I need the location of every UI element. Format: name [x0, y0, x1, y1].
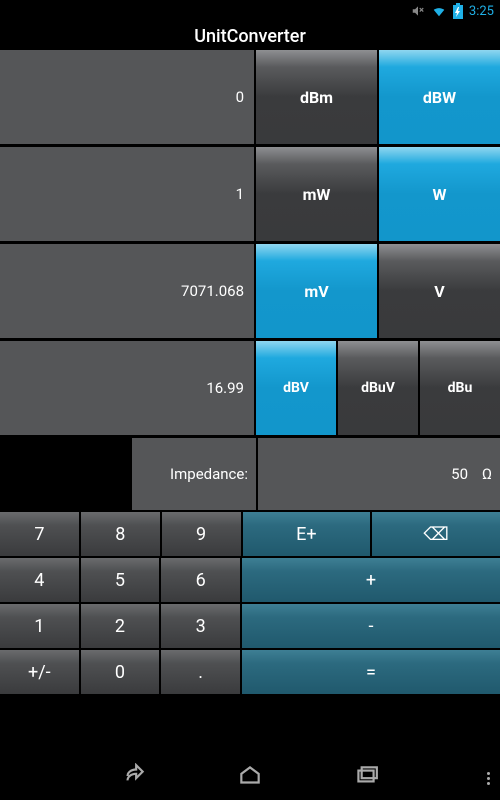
- unit-group-dbv: dBV dBuV dBu: [256, 341, 500, 435]
- key-2[interactable]: 2: [81, 604, 160, 648]
- impedance-value-cell[interactable]: 50 Ω: [258, 438, 500, 510]
- key-0[interactable]: 0: [81, 650, 160, 694]
- wifi-icon: [431, 4, 447, 18]
- unit-dbuv[interactable]: dBuV: [338, 341, 418, 435]
- status-bar: 3:25: [0, 0, 500, 22]
- unit-group-watt: mW W: [256, 147, 500, 241]
- back-icon[interactable]: [121, 763, 147, 793]
- key-1[interactable]: 1: [0, 604, 79, 648]
- battery-icon: [453, 3, 463, 19]
- unit-w[interactable]: W: [379, 147, 500, 241]
- unit-group-volt: mV V: [256, 244, 500, 338]
- key-plusminus[interactable]: +/-: [0, 650, 79, 694]
- unit-dbu[interactable]: dBu: [420, 341, 500, 435]
- keypad: 7 8 9 E+ ⌫ 4 5 6 + 1 2 3 - +/- 0 . =: [0, 512, 500, 694]
- value-volt[interactable]: 7071.068: [0, 244, 254, 338]
- conversion-rows: 0 dBm dBW 1 mW W 7071.068 mV V 16.99 dBV…: [0, 50, 500, 510]
- key-backspace[interactable]: ⌫: [372, 512, 500, 556]
- row-dbv: 16.99 dBV dBuV dBu: [0, 341, 500, 435]
- recents-icon[interactable]: [353, 763, 379, 793]
- impedance-value: 50: [451, 465, 468, 483]
- key-equals[interactable]: =: [242, 650, 500, 694]
- unit-group-dbm: dBm dBW: [256, 50, 500, 144]
- key-9[interactable]: 9: [162, 512, 241, 556]
- nav-bar: [0, 756, 500, 800]
- app-title: UnitConverter: [0, 22, 500, 50]
- overflow-icon[interactable]: [487, 756, 490, 800]
- home-icon[interactable]: [237, 763, 263, 793]
- key-5[interactable]: 5: [81, 558, 160, 602]
- unit-dbw[interactable]: dBW: [379, 50, 500, 144]
- value-watt[interactable]: 1: [0, 147, 254, 241]
- unit-mw[interactable]: mW: [256, 147, 377, 241]
- impedance-unit: Ω: [482, 465, 492, 483]
- row-watt: 1 mW W: [0, 147, 500, 241]
- key-8[interactable]: 8: [81, 512, 160, 556]
- mute-icon: [411, 4, 425, 18]
- impedance-label: Impedance:: [132, 438, 256, 510]
- value-dbm[interactable]: 0: [0, 50, 254, 144]
- key-eplus[interactable]: E+: [243, 512, 371, 556]
- impedance-spacer: [0, 438, 130, 510]
- unit-v[interactable]: V: [379, 244, 500, 338]
- key-4[interactable]: 4: [0, 558, 79, 602]
- key-minus[interactable]: -: [242, 604, 500, 648]
- row-dbm: 0 dBm dBW: [0, 50, 500, 144]
- unit-mv[interactable]: mV: [256, 244, 377, 338]
- row-impedance: Impedance: 50 Ω: [0, 438, 500, 510]
- unit-dbm[interactable]: dBm: [256, 50, 377, 144]
- key-6[interactable]: 6: [161, 558, 240, 602]
- key-plus[interactable]: +: [242, 558, 500, 602]
- unit-dbv[interactable]: dBV: [256, 341, 336, 435]
- key-7[interactable]: 7: [0, 512, 79, 556]
- key-dot[interactable]: .: [161, 650, 240, 694]
- value-dbv[interactable]: 16.99: [0, 341, 254, 435]
- clock-text: 3:25: [469, 4, 494, 19]
- row-volt: 7071.068 mV V: [0, 244, 500, 338]
- key-3[interactable]: 3: [161, 604, 240, 648]
